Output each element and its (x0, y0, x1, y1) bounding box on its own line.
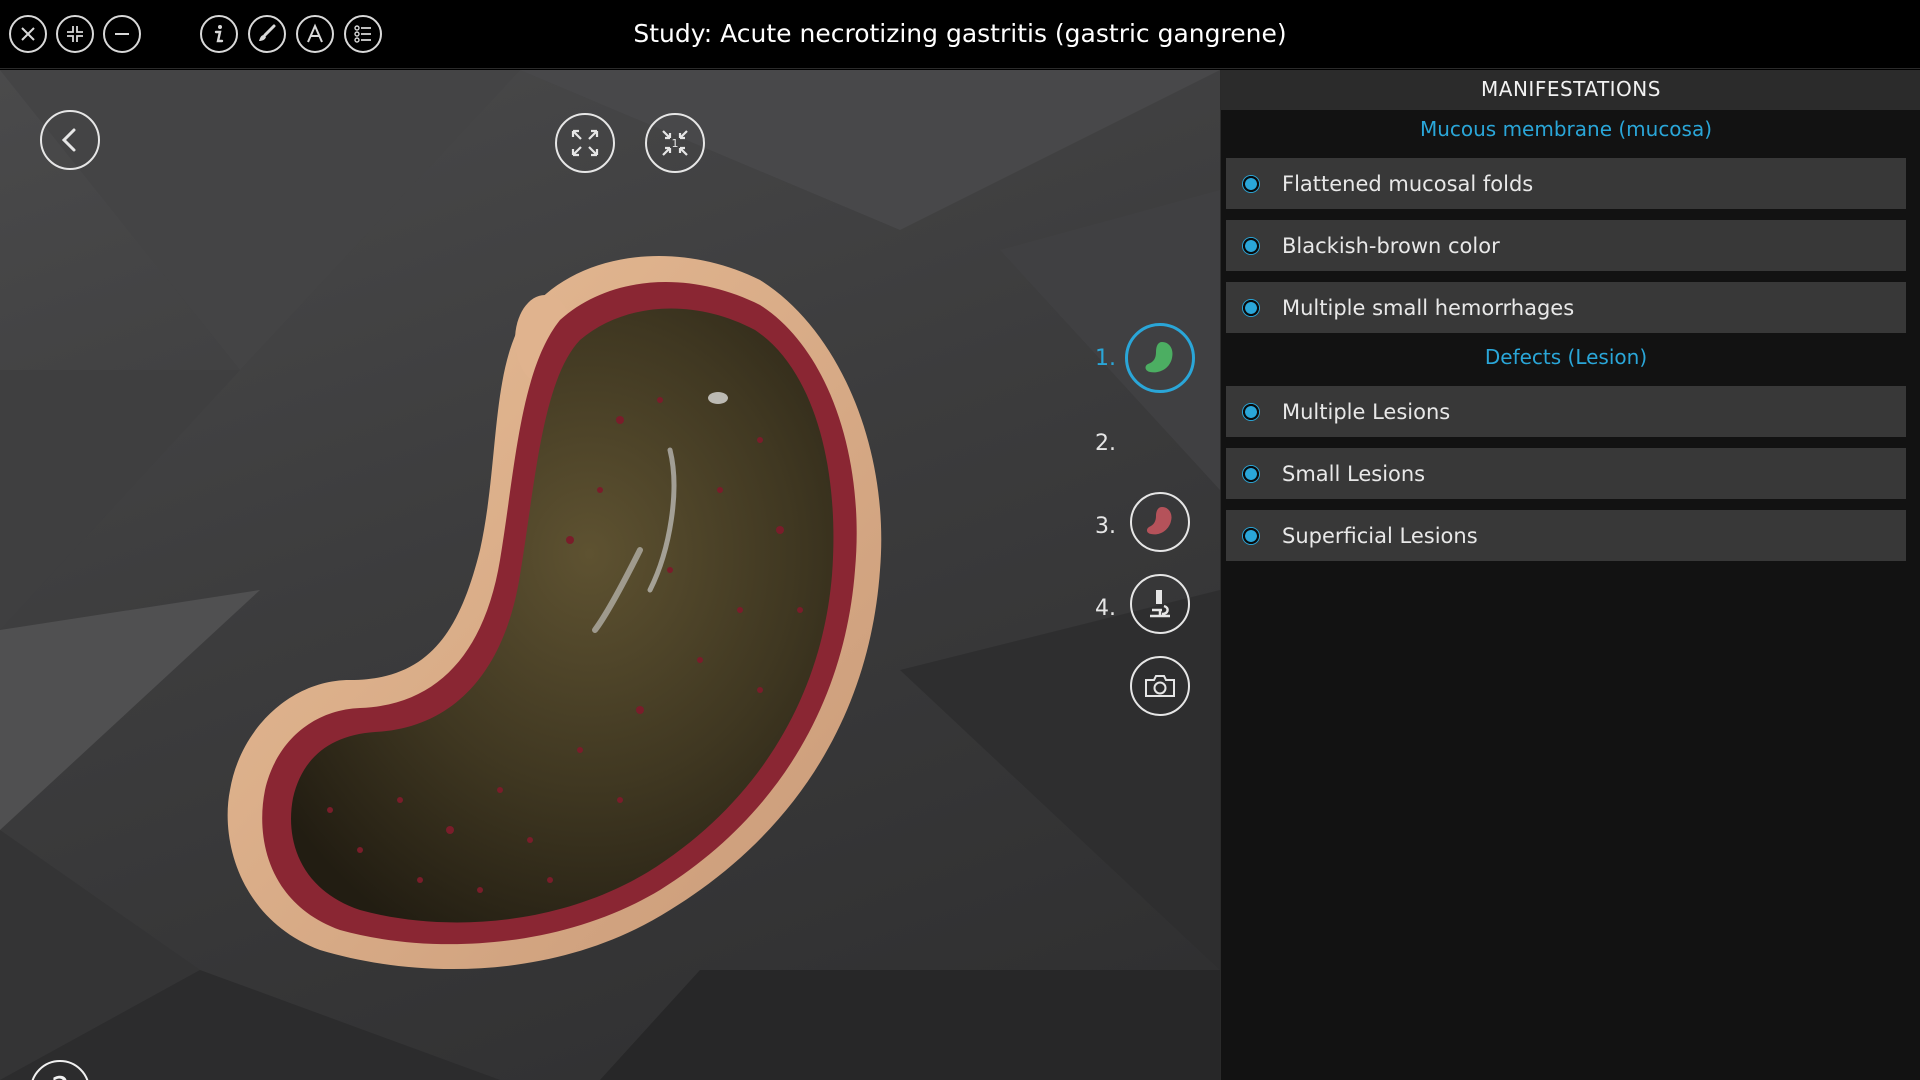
manifestation-item[interactable]: Superficial Lesions (1226, 510, 1906, 561)
stomach-red-icon (1146, 507, 1172, 535)
bullet-icon (1242, 526, 1260, 545)
help-label: ? (51, 1073, 69, 1080)
3d-viewport[interactable]: 1 1. 2. 3. 4. (0, 70, 1220, 1080)
back-icon (61, 128, 76, 152)
brush-icon (259, 24, 276, 41)
minimize-icon (115, 33, 129, 35)
list-icon (354, 25, 371, 43)
section-title-mucosa: Mucous membrane (mucosa) (1419, 117, 1713, 141)
close-icon (21, 27, 35, 41)
camera-icon (1145, 675, 1175, 697)
manifestation-item[interactable]: Flattened mucosal folds (1226, 158, 1906, 209)
stomach-3d-model[interactable] (200, 190, 1000, 1050)
view-number-2: 2. (1095, 431, 1116, 456)
app-window: Study: Acute necrotizing gastritis (gast… (0, 0, 1920, 1080)
view-number-4: 4. (1095, 596, 1116, 621)
info-button[interactable] (200, 15, 238, 53)
microscope-icon (1150, 590, 1170, 618)
collapse-badge: 1 (672, 137, 679, 150)
view-1-button[interactable] (1125, 323, 1195, 393)
view-4-button[interactable] (1130, 656, 1190, 716)
page-title: Study: Acute necrotizing gastritis (gast… (633, 19, 1287, 48)
compress-button[interactable] (56, 15, 94, 53)
compress-icon (67, 26, 83, 42)
list-button[interactable] (344, 15, 382, 53)
manifestation-item[interactable]: Small Lesions (1226, 448, 1906, 499)
manifestations-panel: MANIFESTATIONS Mucous membrane (mucosa) … (1220, 70, 1920, 1080)
section-title-defects: Defects (Lesion) (1484, 345, 1648, 369)
bullet-icon (1242, 464, 1260, 483)
text-a-icon (307, 23, 323, 43)
brush-button[interactable] (248, 15, 286, 53)
bullet-icon (1242, 402, 1260, 421)
stomach-green-icon (1145, 342, 1173, 373)
bullet-icon (1242, 236, 1260, 255)
annotation-text-button[interactable] (296, 15, 334, 53)
bullet-icon (1242, 298, 1260, 317)
view-number-3: 3. (1095, 514, 1116, 539)
manifestation-label: Flattened mucosal folds (1282, 171, 1534, 196)
view-number-1: 1. (1095, 346, 1116, 371)
view-2-button[interactable] (1130, 492, 1190, 552)
expand-view-button[interactable] (555, 113, 615, 173)
view-3-button[interactable] (1130, 574, 1190, 634)
manifestation-label: Superficial Lesions (1282, 523, 1478, 548)
minimize-button[interactable] (103, 15, 141, 53)
top-bar: Study: Acute necrotizing gastritis (gast… (0, 0, 1920, 69)
bullet-icon (1242, 174, 1260, 193)
manifestation-item[interactable]: Multiple small hemorrhages (1226, 282, 1906, 333)
manifestation-label: Multiple small hemorrhages (1282, 295, 1575, 320)
manifestation-label: Multiple Lesions (1282, 399, 1451, 424)
manifestation-label: Blackish-brown color (1282, 233, 1500, 258)
close-button[interactable] (9, 15, 47, 53)
back-button[interactable] (40, 110, 100, 170)
reset-view-button[interactable]: 1 (645, 113, 705, 173)
collapse-1-icon: 1 (662, 130, 688, 156)
manifestation-label: Small Lesions (1282, 461, 1426, 486)
info-icon (214, 25, 224, 43)
manifestation-item[interactable]: Multiple Lesions (1226, 386, 1906, 437)
panel-header: MANIFESTATIONS (1221, 70, 1920, 110)
expand-icon (571, 129, 599, 157)
manifestation-item[interactable]: Blackish-brown color (1226, 220, 1906, 271)
